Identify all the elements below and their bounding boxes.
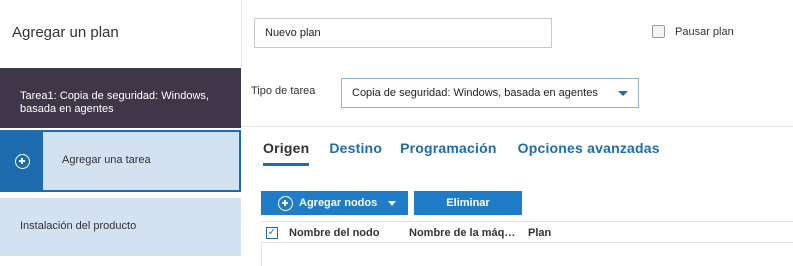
pause-plan-checkbox[interactable] bbox=[652, 25, 665, 38]
sidebar-item-task1[interactable]: Tarea1: Copia de seguridad: Windows, bas… bbox=[0, 68, 241, 128]
page-title: Agregar un plan bbox=[12, 24, 119, 41]
grid-rule bbox=[261, 243, 262, 266]
column-header-machine-name[interactable]: Nombre de la máq… bbox=[409, 227, 515, 239]
tab-opciones-avanzadas[interactable]: Opciones avanzadas bbox=[518, 140, 660, 166]
task-type-label: Tipo de tarea bbox=[251, 85, 316, 97]
plan-name-input[interactable] bbox=[254, 18, 552, 48]
column-header-node-name[interactable]: Nombre del nodo bbox=[289, 227, 379, 239]
pause-plan-label: Pausar plan bbox=[675, 25, 734, 38]
chevron-down-icon bbox=[388, 201, 396, 206]
add-task-button[interactable]: Agregar una tarea bbox=[0, 130, 241, 192]
column-header-plan[interactable]: Plan bbox=[528, 227, 551, 239]
tab-origen[interactable]: Origen bbox=[263, 140, 310, 166]
tab-programacion[interactable]: Programación bbox=[400, 140, 497, 166]
add-nodes-button[interactable]: Agregar nodos bbox=[261, 191, 408, 215]
pause-plan-toggle[interactable]: Pausar plan bbox=[652, 25, 734, 38]
tab-destino[interactable]: Destino bbox=[329, 140, 382, 166]
add-task-icon-box bbox=[2, 132, 43, 190]
add-icon bbox=[15, 153, 30, 169]
select-all-checkbox[interactable]: ✓ bbox=[266, 227, 278, 239]
divider bbox=[241, 126, 793, 127]
delete-button[interactable]: Eliminar bbox=[414, 191, 522, 215]
sidebar-item-install[interactable]: Instalación del producto bbox=[0, 198, 241, 256]
task-type-select[interactable]: Copia de seguridad: Windows, basada en a… bbox=[341, 78, 639, 108]
grid-header: ✓ Nombre del nodo Nombre de la máq… Plan bbox=[261, 221, 793, 243]
sidebar: Tarea1: Copia de seguridad: Windows, bas… bbox=[0, 68, 241, 266]
main-panel: Tipo de tarea Copia de seguridad: Window… bbox=[241, 68, 793, 266]
add-nodes-label: Agregar nodos bbox=[299, 197, 378, 209]
tab-bar: Origen Destino Programación Opciones ava… bbox=[263, 140, 660, 166]
add-task-label: Agregar una tarea bbox=[62, 154, 151, 166]
header-left: Agregar un plan bbox=[0, 0, 241, 68]
header-right: Pausar plan bbox=[241, 0, 793, 68]
add-icon bbox=[278, 195, 293, 211]
task-type-value: Copia de seguridad: Windows, basada en a… bbox=[352, 87, 598, 99]
chevron-down-icon bbox=[618, 91, 628, 96]
